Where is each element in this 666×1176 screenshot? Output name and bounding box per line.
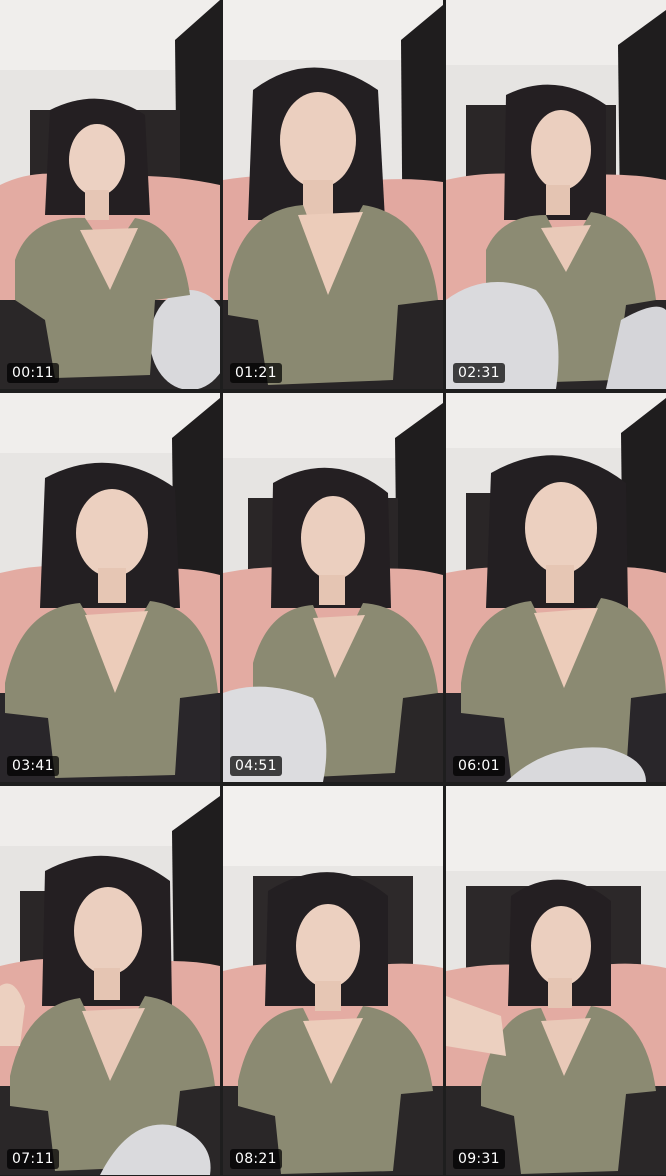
frame-image xyxy=(446,786,666,1175)
timestamp-label: 01:21 xyxy=(230,363,282,383)
frame-image xyxy=(446,0,666,389)
timestamp-label: 04:51 xyxy=(230,756,282,776)
video-thumbnail[interactable]: 04:51 xyxy=(223,393,443,782)
frame-image xyxy=(223,786,443,1175)
video-thumbnail[interactable]: 00:11 xyxy=(0,0,220,389)
frame-image xyxy=(223,0,443,389)
frame-image xyxy=(0,393,220,782)
timestamp-label: 06:01 xyxy=(453,756,505,776)
timestamp-label: 08:21 xyxy=(230,1149,282,1169)
video-thumbnail[interactable]: 08:21 xyxy=(223,786,443,1175)
timestamp-label: 03:41 xyxy=(7,756,59,776)
timestamp-label: 02:31 xyxy=(453,363,505,383)
timestamp-label: 09:31 xyxy=(453,1149,505,1169)
frame-image xyxy=(0,0,220,389)
video-thumbnail[interactable]: 01:21 xyxy=(223,0,443,389)
video-thumbnail[interactable]: 03:41 xyxy=(0,393,220,782)
thumbnail-grid: 00:11 01:21 02:31 03:41 04:51 06:01 07:1… xyxy=(0,0,666,1176)
video-thumbnail[interactable]: 02:31 xyxy=(446,0,666,389)
frame-image xyxy=(223,393,443,782)
video-thumbnail[interactable]: 06:01 xyxy=(446,393,666,782)
frame-image xyxy=(446,393,666,782)
video-thumbnail[interactable]: 07:11 xyxy=(0,786,220,1175)
timestamp-label: 07:11 xyxy=(7,1149,59,1169)
timestamp-label: 00:11 xyxy=(7,363,59,383)
frame-image xyxy=(0,786,220,1175)
video-thumbnail[interactable]: 09:31 xyxy=(446,786,666,1175)
